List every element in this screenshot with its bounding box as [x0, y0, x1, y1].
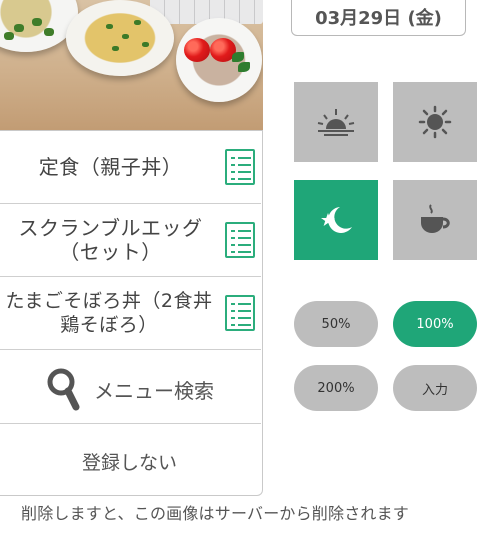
tomato-bowl	[176, 18, 262, 102]
lunch-tile[interactable]	[393, 82, 477, 162]
portion-input-button[interactable]: 入力	[393, 365, 477, 411]
portion-50-button[interactable]: 50%	[294, 301, 378, 347]
portion-100-button[interactable]: 100%	[393, 301, 477, 347]
menu-item[interactable]: 定食（親子丼）	[0, 131, 261, 204]
delete-notice: 削除しますと、この画像はサーバーから削除されます	[21, 504, 410, 523]
list-icon[interactable]	[225, 295, 255, 331]
menu-item-label: 定食（親子丼）	[38, 155, 183, 179]
menu-item[interactable]: たまごそぼろ丼（2食丼 鶏そぼろ）	[0, 277, 261, 350]
menu-item[interactable]: スクランブルエッグ （セット）	[0, 204, 261, 277]
list-icon[interactable]	[225, 149, 255, 185]
portion-label: 200%	[317, 380, 355, 396]
fried-rice-plate	[66, 0, 174, 76]
menu-search-label: メニュー検索	[94, 379, 214, 403]
portion-label: 入力	[421, 382, 448, 398]
dinner-tile[interactable]	[294, 180, 378, 260]
breakfast-tile[interactable]	[294, 82, 378, 162]
date-selector[interactable]: 03月29日 (金)	[291, 0, 466, 36]
list-icon[interactable]	[225, 222, 255, 258]
sun-icon	[418, 105, 452, 139]
menu-item-label: スクランブルエッグ （セット）	[18, 216, 203, 264]
menu-item-label: たまごそぼろ丼（2食丼 鶏そぼろ）	[5, 290, 213, 336]
moon-star-icon	[321, 207, 352, 233]
search-icon	[47, 368, 80, 411]
portion-200-button[interactable]: 200%	[294, 365, 378, 411]
snack-tile[interactable]	[393, 180, 477, 260]
sunrise-icon	[317, 109, 355, 136]
menu-candidate-list: 定食（親子丼） スクランブルエッグ （セット） たまごそぼろ丼（2食丼 鶏そぼろ…	[0, 130, 263, 496]
do-not-register-button[interactable]: 登録しない	[0, 424, 261, 496]
menu-search-button[interactable]: メニュー検索	[0, 351, 261, 424]
tea-cup-icon	[421, 204, 450, 233]
portion-label: 100%	[416, 316, 454, 332]
do-not-register-label: 登録しない	[81, 452, 177, 474]
meal-photo	[0, 0, 263, 130]
portion-label: 50%	[321, 316, 351, 332]
